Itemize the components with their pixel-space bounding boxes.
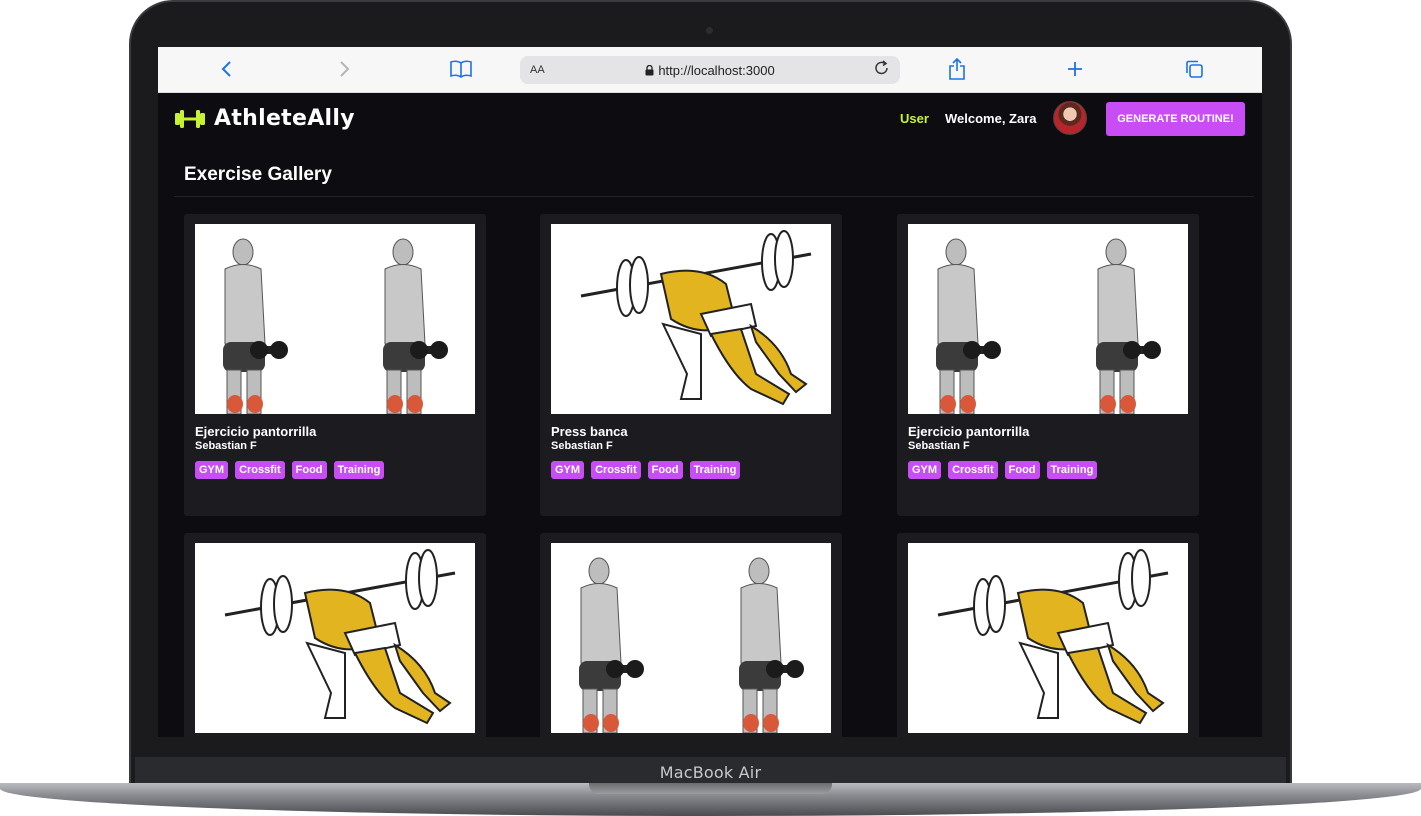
tag-chip[interactable]: GYM [551,461,585,479]
laptop-mockup: AA http://localhost:3000 AthleteAlly Use… [0,0,1421,816]
tag-chip[interactable]: Food [1004,461,1040,479]
forward-icon[interactable] [333,58,355,80]
tabs-overview-icon[interactable] [1183,58,1205,80]
exercise-image[interactable] [195,224,475,414]
exercise-image[interactable] [195,543,475,733]
tag-chip[interactable]: Crossfit [591,461,641,479]
share-icon[interactable] [946,58,968,80]
tag-chip[interactable]: Training [1046,461,1098,479]
exercise-image[interactable] [551,543,831,733]
tag-list: GYM Crossfit Food Training [195,461,385,479]
generate-routine-button[interactable]: GENERATE ROUTINE! [1106,102,1245,136]
exercise-title[interactable]: Ejercicio pantorrilla [908,424,1029,439]
tag-chip[interactable]: Food [647,461,683,479]
exercise-card[interactable]: Press banca Sebastian F GYM Crossfit Food Tra… [540,214,842,516]
divider [174,196,1254,197]
tag-list: GYM Crossfit Food Training [551,461,741,479]
tag-chip[interactable]: Crossfit [235,461,285,479]
exercise-image[interactable] [908,543,1188,733]
brand-logo[interactable]: AthleteAlly [174,106,355,131]
exercise-card[interactable]: Ejercicio pantorrilla Sebastian F GYM Cross… [897,214,1199,516]
exercise-image[interactable] [551,224,831,414]
laptop-notch [589,783,832,794]
new-tab-icon[interactable] [1064,58,1086,80]
tag-list: GYM Crossfit Food Training [908,461,1098,479]
device-label: MacBook Air [659,763,762,782]
page-title: Exercise Gallery [184,164,332,185]
exercise-card[interactable] [897,533,1199,737]
tag-chip[interactable]: GYM [908,461,942,479]
exercise-author: Sebastian F [195,440,257,452]
back-icon[interactable] [216,58,238,80]
url-value: http://localhost:3000 [658,63,775,78]
exercise-title[interactable]: Ejercicio pantorrilla [195,424,316,439]
dumbbell-icon [175,109,205,128]
exercise-author: Sebastian F [551,440,613,452]
avatar[interactable] [1053,101,1087,135]
lock-icon [645,64,654,76]
bookmarks-icon[interactable] [448,58,474,80]
tag-chip[interactable]: Training [689,461,741,479]
exercise-card[interactable] [184,533,486,737]
exercise-author: Sebastian F [908,440,970,452]
brand-name: AthleteAlly [214,106,355,131]
tag-chip[interactable]: Food [291,461,327,479]
nav-user-link[interactable]: User [900,111,929,126]
welcome-text: Welcome, Zara [945,111,1037,126]
tag-chip[interactable]: Training [333,461,385,479]
exercise-card[interactable] [540,533,842,737]
tag-chip[interactable]: GYM [195,461,229,479]
url-text: http://localhost:3000 [520,63,900,78]
exercise-card[interactable]: Ejercicio pantorrilla Sebastian F GYM Cross… [184,214,486,516]
tag-chip[interactable]: Crossfit [948,461,998,479]
reload-icon[interactable] [874,59,890,82]
exercise-image[interactable] [908,224,1188,414]
address-bar[interactable]: AA http://localhost:3000 [520,56,900,84]
app-header: AthleteAlly User Welcome, Zara GENERATE … [158,93,1262,151]
webcam [706,27,713,34]
browser-screen: AA http://localhost:3000 AthleteAlly Use… [158,47,1262,737]
browser-toolbar: AA http://localhost:3000 [158,47,1262,93]
exercise-title[interactable]: Press banca [551,424,628,439]
